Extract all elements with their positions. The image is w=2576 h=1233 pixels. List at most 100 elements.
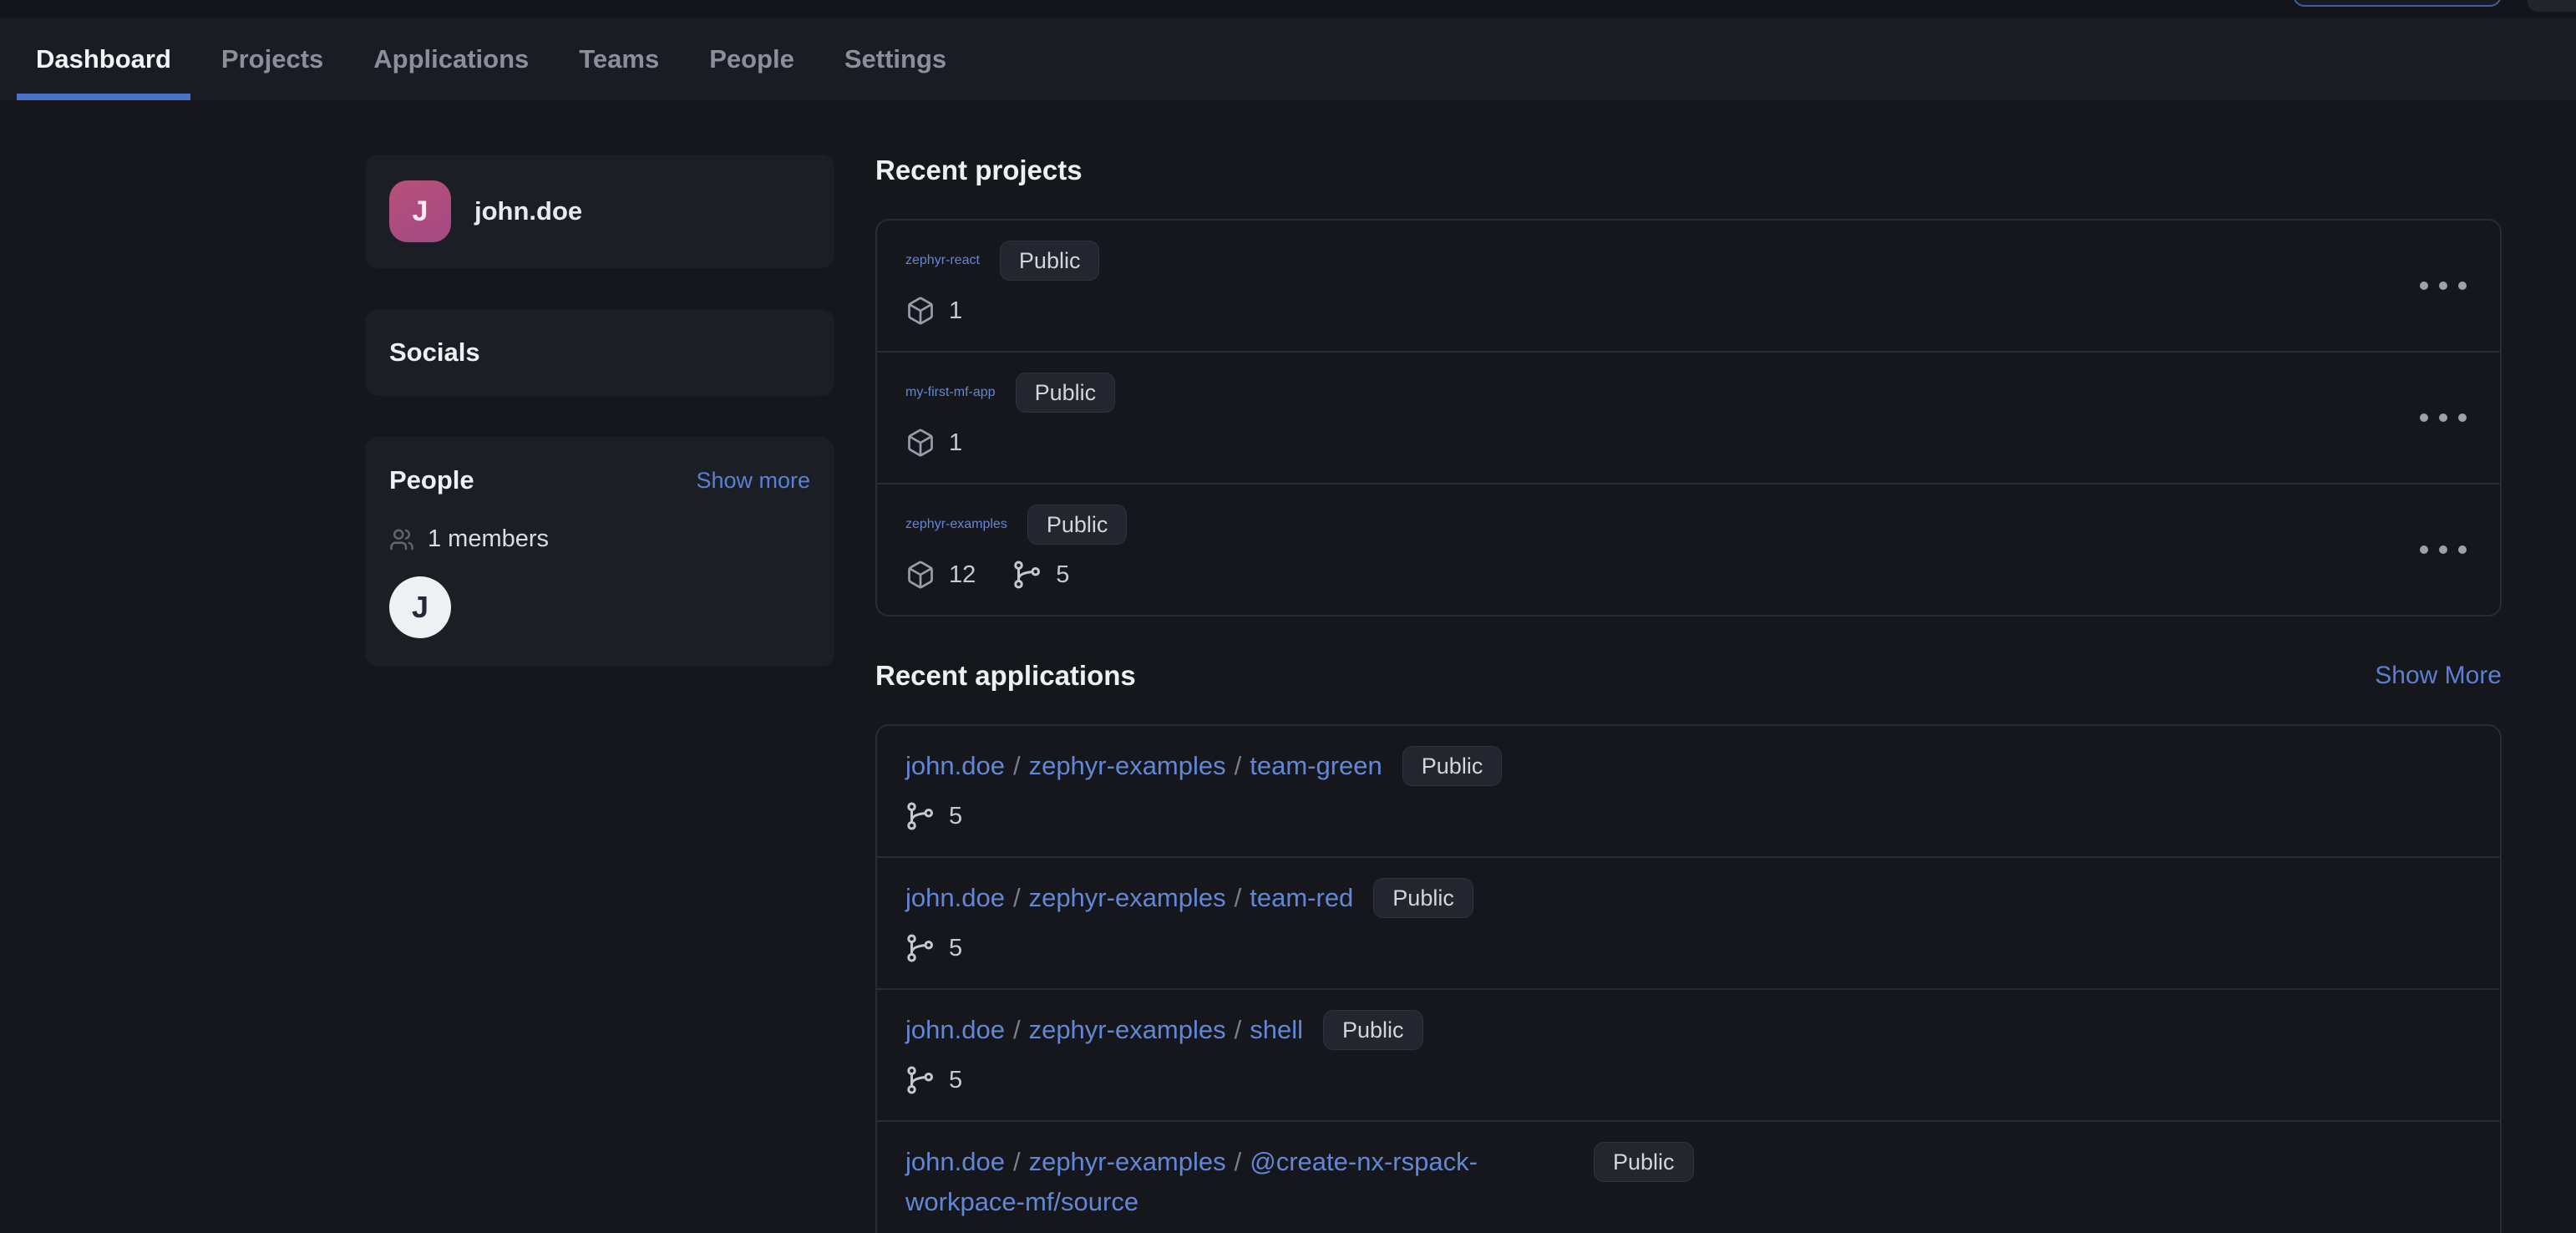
box-icon	[905, 296, 936, 326]
application-path-link[interactable]: john.doe	[905, 1015, 1005, 1044]
ellipsis-icon	[2420, 414, 2428, 422]
nav-tab-settings[interactable]: Settings	[825, 18, 966, 100]
git-branch-icon	[1012, 560, 1042, 590]
project-row: zephyr-react Public 1	[877, 221, 2500, 351]
deployments-count: 12	[905, 560, 976, 590]
application-path: john.doe / zephyr-examples / shell	[905, 1010, 1303, 1050]
visibility-badge: Public	[1027, 505, 1128, 545]
branches-count: 5	[905, 801, 962, 831]
main-column: Recent projects zephyr-react Public 1 my…	[875, 155, 2502, 1233]
path-separator: /	[1235, 1015, 1242, 1044]
recent-projects-title: Recent projects	[875, 155, 2502, 186]
application-row: john.doe / zephyr-examples / shell Public 5	[877, 988, 2500, 1120]
project-link[interactable]: zephyr-react	[905, 253, 980, 268]
application-row: john.doe/zephyr-examples/@create-nx-rspa…	[877, 1120, 2500, 1233]
application-path-link[interactable]: team-red	[1250, 883, 1353, 912]
branches-value: 5	[949, 803, 962, 830]
nav-tab-label: Teams	[579, 44, 659, 74]
deployments-count: 1	[905, 296, 962, 326]
project-link[interactable]: zephyr-examples	[905, 517, 1007, 532]
path-separator: /	[1235, 1147, 1242, 1176]
project-link[interactable]: my-first-mf-app	[905, 385, 996, 400]
nav-tab-label: Settings	[844, 44, 946, 74]
main-nav: Dashboard Projects Applications Teams Pe…	[0, 18, 2576, 100]
nav-tab-dashboard[interactable]: Dashboard	[17, 18, 190, 100]
application-row: john.doe / zephyr-examples / team-red Public…	[877, 856, 2500, 988]
people-show-more-link[interactable]: Show more	[696, 468, 810, 494]
deployments-value: 12	[949, 561, 976, 589]
users-icon	[389, 527, 414, 552]
nav-tab-label: Projects	[221, 44, 323, 74]
application-path-link[interactable]: zephyr-examples	[1029, 883, 1226, 912]
application-path-link[interactable]: team-green	[1250, 751, 1382, 780]
box-icon	[905, 560, 936, 590]
nav-tab-teams[interactable]: Teams	[560, 18, 678, 100]
visibility-badge: Public	[1323, 1010, 1423, 1050]
git-branch-icon	[905, 933, 936, 963]
branches-value: 5	[1056, 561, 1069, 589]
application-path: john.doe / zephyr-examples / team-red	[905, 878, 1353, 918]
sidebar: J john.doe Socials People Show more 1 me…	[365, 155, 834, 1233]
topbar	[0, 0, 2576, 18]
project-row: my-first-mf-app Public 1	[877, 351, 2500, 483]
visibility-badge: Public	[1373, 878, 1473, 918]
nav-tab-label: Applications	[373, 44, 529, 74]
path-separator: /	[1013, 1015, 1021, 1044]
page-content: J john.doe Socials People Show more 1 me…	[0, 100, 2576, 1233]
box-icon	[905, 428, 936, 458]
path-separator: /	[1235, 751, 1242, 780]
application-path-link[interactable]: zephyr-examples	[1029, 751, 1226, 780]
active-tab-underline	[17, 94, 190, 100]
row-menu-button[interactable]	[2411, 273, 2475, 298]
user-avatar-initial: J	[413, 195, 428, 228]
nav-tab-label: People	[709, 44, 794, 74]
branches-count: 5	[905, 933, 962, 963]
deployments-value: 1	[949, 297, 962, 325]
nav-tab-applications[interactable]: Applications	[354, 18, 548, 100]
application-path-link[interactable]: shell	[1250, 1015, 1303, 1044]
application-path-link[interactable]: john.doe	[905, 883, 1005, 912]
member-avatar[interactable]: J	[389, 576, 451, 638]
visibility-badge: Public	[1594, 1142, 1694, 1182]
path-separator: /	[1013, 1147, 1021, 1176]
user-name: john.doe	[474, 196, 582, 226]
socials-card: Socials	[365, 309, 834, 396]
row-menu-button[interactable]	[2411, 537, 2475, 562]
git-branch-icon	[905, 1065, 936, 1095]
recent-projects-list: zephyr-react Public 1 my-first-mf-app Pu…	[875, 219, 2502, 616]
application-row: john.doe/zephyr-examples/team-green Publ…	[877, 726, 2500, 856]
ellipsis-icon	[2420, 545, 2428, 554]
branches-value: 5	[949, 1067, 962, 1094]
application-path-link[interactable]: zephyr-examples	[1029, 1147, 1226, 1176]
git-branch-icon	[905, 801, 936, 831]
application-path: john.doe/zephyr-examples/team-green	[905, 746, 1382, 786]
recent-applications-title: Recent applications	[875, 660, 1136, 692]
deployments-count: 1	[905, 428, 962, 458]
nav-tab-people[interactable]: People	[690, 18, 814, 100]
application-path-link[interactable]: zephyr-examples	[1029, 1015, 1226, 1044]
recent-applications-list: john.doe / zephyr-examples / team-green Publ…	[875, 724, 2502, 1233]
branches-count: 5	[905, 1065, 962, 1095]
user-avatar: J	[389, 180, 451, 242]
application-path-link[interactable]: john.doe	[905, 751, 1005, 780]
user-card[interactable]: J john.doe	[365, 155, 834, 268]
nav-tab-projects[interactable]: Projects	[202, 18, 342, 100]
search-bar-cutoff[interactable]	[2293, 0, 2502, 7]
applications-show-more-link[interactable]: Show More	[2375, 662, 2502, 690]
row-menu-button[interactable]	[2411, 405, 2475, 430]
visibility-badge: Public	[1000, 241, 1100, 281]
branches-count: 5	[1012, 560, 1069, 590]
application-path: john.doe/zephyr-examples/@create-nx-rspa…	[905, 1142, 1574, 1222]
path-separator: /	[1013, 883, 1021, 912]
people-card: People Show more 1 members J	[365, 437, 834, 667]
application-path-link[interactable]: john.doe	[905, 1147, 1005, 1176]
deployments-value: 1	[949, 429, 962, 457]
path-separator: /	[1235, 883, 1242, 912]
project-row: zephyr-examples Public 12 5	[877, 483, 2500, 615]
people-title: People	[389, 465, 474, 495]
socials-title: Socials	[389, 337, 810, 368]
branches-value: 5	[949, 935, 962, 962]
members-count: 1 members	[389, 525, 810, 553]
visibility-badge: Public	[1016, 373, 1116, 413]
profile-button-cutoff[interactable]	[2528, 0, 2576, 12]
